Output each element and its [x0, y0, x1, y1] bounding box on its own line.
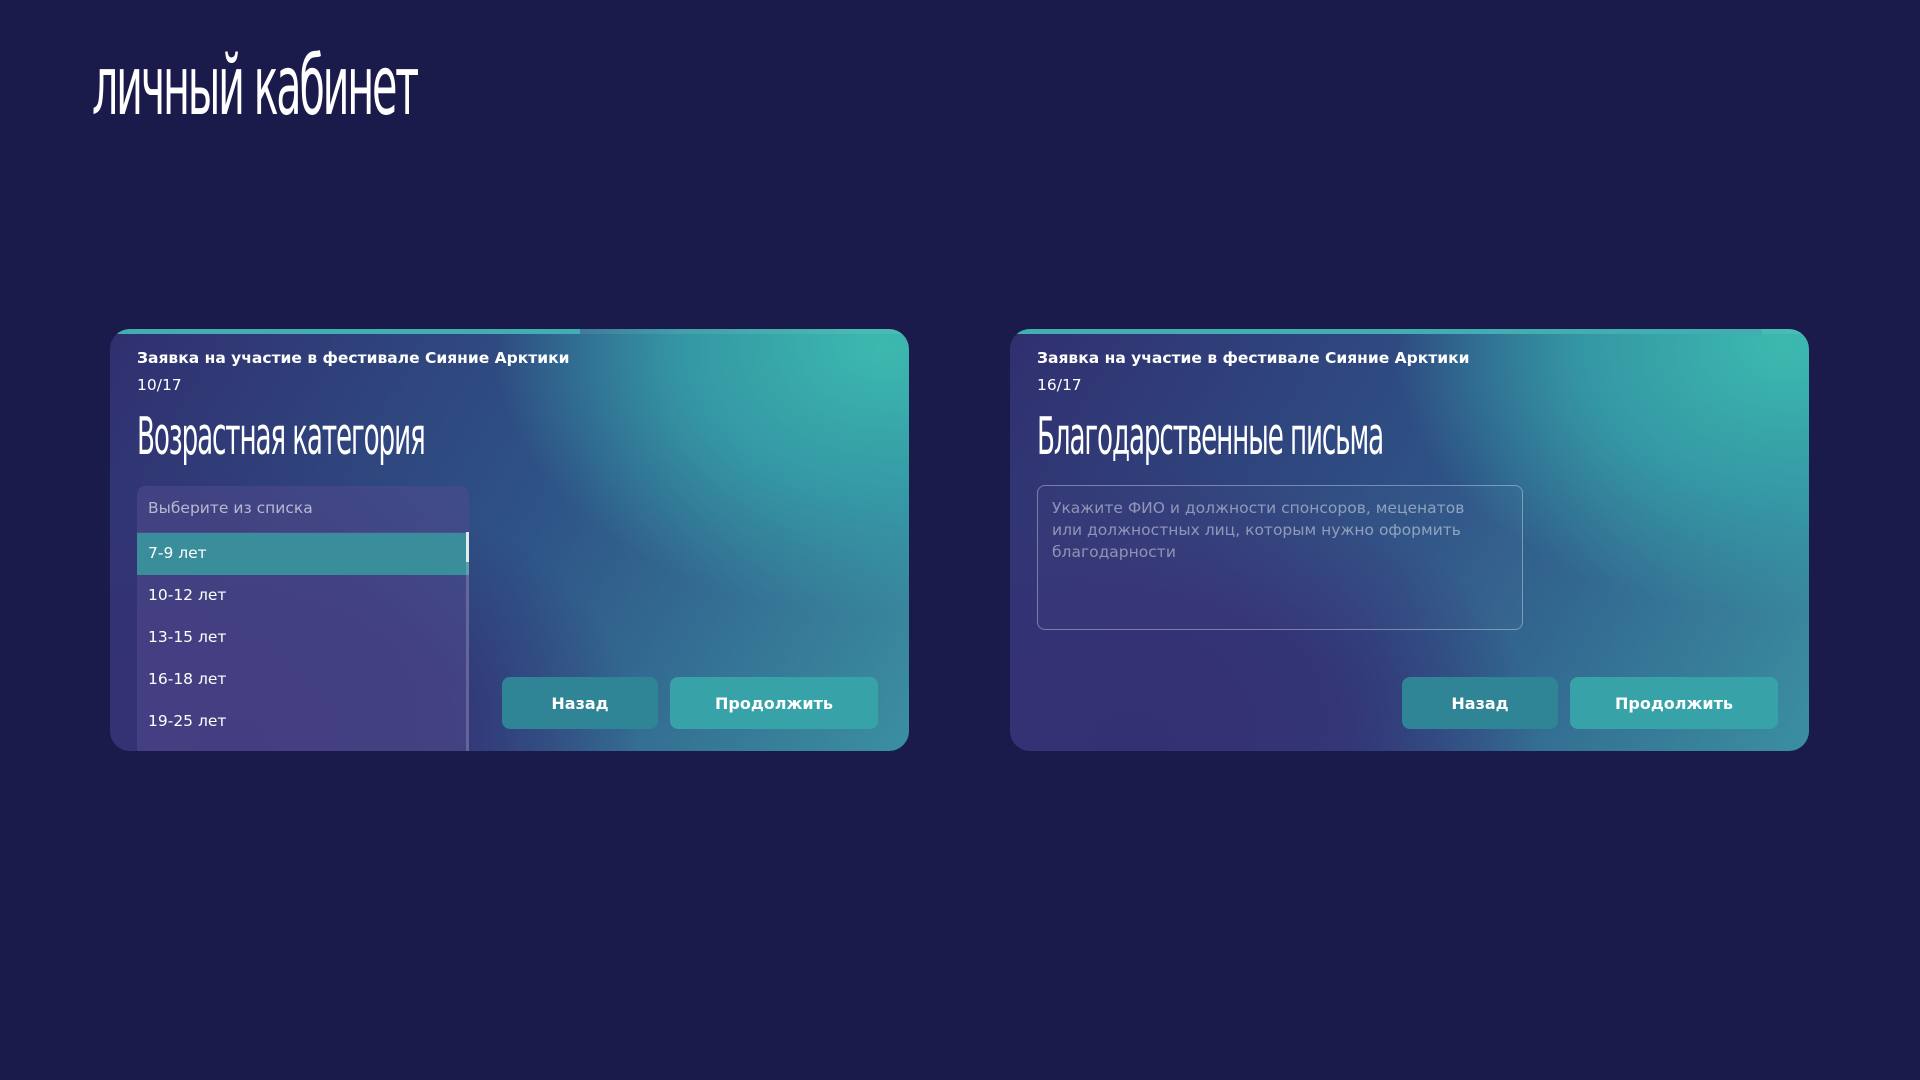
form-heading: Заявка на участие в фестивале Сияние Арк… [137, 349, 570, 367]
application-form-card-letters: Заявка на участие в фестивале Сияние Арк… [1010, 329, 1809, 751]
step-counter: 16/17 [1037, 376, 1082, 394]
progress-bar-fill [1010, 329, 1762, 334]
dropdown-option-16-18[interactable]: 16-18 лет [137, 659, 469, 701]
dropdown-option-10-12[interactable]: 10-12 лет [137, 575, 469, 617]
continue-button[interactable]: Продолжить [1570, 677, 1778, 729]
continue-button[interactable]: Продолжить [670, 677, 878, 729]
dropdown-scrollbar-thumb[interactable] [466, 532, 469, 562]
progress-bar [110, 329, 909, 334]
dropdown-option-13-15[interactable]: 13-15 лет [137, 617, 469, 659]
back-button[interactable]: Назад [502, 677, 658, 729]
application-form-card-age: Заявка на участие в фестивале Сияние Арк… [110, 329, 909, 751]
dropdown-option-19-25[interactable]: 19-25 лет [137, 701, 469, 743]
thank-you-letters-textarea[interactable] [1037, 485, 1523, 630]
dropdown-option-7-9[interactable]: 7-9 лет [137, 533, 469, 575]
progress-bar-fill [110, 329, 580, 334]
dropdown-placeholder[interactable]: Выберите из списка [137, 486, 469, 533]
question-title: Возрастная категория [137, 407, 426, 467]
progress-bar [1010, 329, 1809, 334]
step-counter: 10/17 [137, 376, 182, 394]
page-title: личный кабинет [92, 39, 419, 134]
question-title: Благодарственные письма [1037, 407, 1384, 467]
back-button[interactable]: Назад [1402, 677, 1558, 729]
dropdown-scrollbar-track[interactable] [466, 532, 469, 751]
age-category-dropdown[interactable]: Выберите из списка 7-9 лет 10-12 лет 13-… [137, 486, 469, 751]
form-heading: Заявка на участие в фестивале Сияние Арк… [1037, 349, 1470, 367]
